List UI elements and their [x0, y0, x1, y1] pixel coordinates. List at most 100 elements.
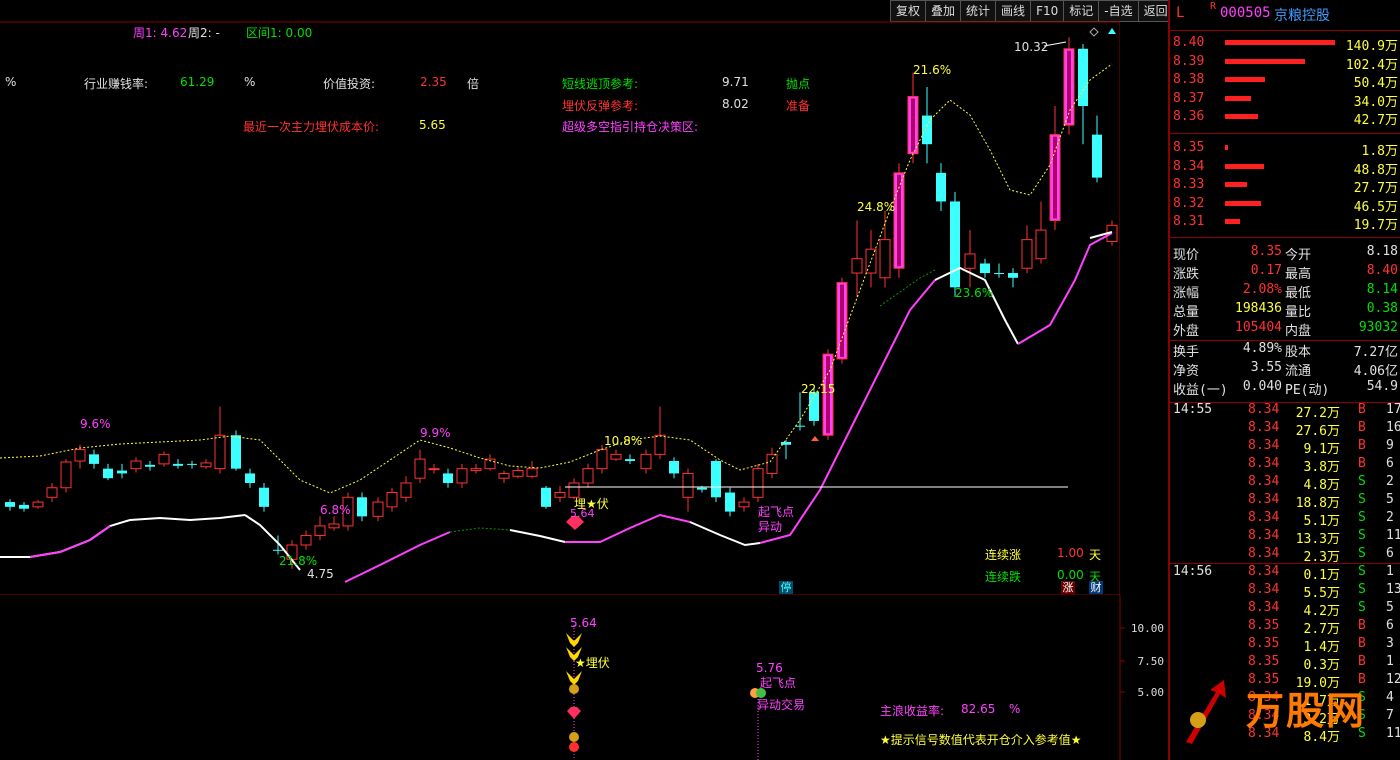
quote-row: 涨幅 2.08% 最低 8.14: [1170, 282, 1400, 301]
tick-volume: 5.5万: [1303, 586, 1340, 601]
candle-up: [130, 460, 142, 470]
tick-count: 6: [1386, 456, 1394, 471]
tick-count: 13: [1386, 582, 1400, 597]
tick-price: 8.35: [1248, 636, 1280, 651]
candle-up: [46, 487, 58, 498]
quote-label: 涨幅: [1173, 286, 1200, 301]
candle-up: [200, 462, 212, 468]
panel-separator: [1170, 563, 1400, 564]
value-value: 2.35: [420, 75, 447, 89]
candlestick-chart[interactable]: 8.365118.35228.350.172.08%47888.508.007.…: [0, 0, 1120, 595]
ask-row[interactable]: 8.40 140.9万: [1170, 35, 1400, 54]
value-label: 价值投资:: [323, 77, 376, 91]
tick-row: 8.34 3.8万 B 6: [1170, 456, 1400, 475]
rise-badge[interactable]: 涨: [1061, 581, 1075, 594]
fund-value: 7.27亿: [1353, 345, 1398, 360]
order-price: 8.37: [1173, 90, 1205, 106]
bid-row[interactable]: 8.34 48.8万: [1170, 158, 1400, 178]
tick-row: 8.34 18.8万 S 5: [1170, 492, 1400, 511]
consec-down-value: 0.00: [1057, 568, 1084, 582]
unusual-signal: 异动: [758, 520, 783, 534]
candle-down: [950, 201, 960, 288]
ask-row[interactable]: 8.39 102.4万: [1170, 54, 1400, 73]
candle-down: [980, 263, 990, 274]
candle-down: [187, 463, 197, 465]
quote-row: 外盘 105404 内盘 93032: [1170, 320, 1400, 339]
tick-count: 5: [1386, 492, 1394, 507]
quote-label: 最高: [1285, 267, 1312, 282]
candle-down: [711, 461, 721, 498]
candle-up: [1021, 239, 1033, 269]
tick-side: B: [1358, 456, 1366, 471]
quote-value: 8.40: [1366, 263, 1398, 278]
tick-volume: 3.8万: [1303, 460, 1340, 475]
low-price-label: 4.75: [307, 567, 334, 581]
industry-value: 61.29: [180, 75, 215, 89]
ambush-label: 埋伏反弹参考:: [562, 99, 639, 113]
quote-label: 最低: [1285, 286, 1312, 301]
ambush-price: 5.64: [570, 507, 595, 520]
tick-row: 8.34 9.1万 B 9: [1170, 438, 1400, 457]
sub-axis-label: 10.00: [1131, 622, 1164, 635]
bid-row[interactable]: 8.31 19.7万: [1170, 214, 1400, 233]
industry-unit: %: [244, 75, 256, 89]
market-flag: L: [1176, 5, 1185, 21]
tick-count: 6: [1386, 546, 1394, 561]
candle-up: [640, 453, 652, 470]
quote-row: 总量 198436 量比 0.38: [1170, 301, 1400, 320]
ask-row[interactable]: 8.36 42.7万: [1170, 109, 1400, 128]
ask-row[interactable]: 8.38 50.4万: [1170, 72, 1400, 91]
tick-side: B: [1358, 438, 1366, 453]
tick-side: B: [1358, 420, 1366, 435]
pct-label-2215: 22.15: [801, 382, 836, 396]
small-up-arrow-icon: [811, 436, 819, 441]
bid-row[interactable]: 8.32 46.5万: [1170, 196, 1400, 215]
pct-label-99: 9.9%: [420, 426, 451, 440]
tick-count: 16: [1386, 420, 1400, 435]
candle-up: [328, 523, 340, 529]
tick-side: B: [1358, 402, 1366, 417]
candle-up: [60, 461, 72, 489]
order-price: 8.36: [1173, 109, 1205, 124]
tick-row: 8.34 5.1万 S 2: [1170, 510, 1400, 529]
candle-up: [654, 434, 666, 455]
sub-takeoff-price: 5.76: [756, 661, 783, 675]
panel-separator: [1170, 237, 1400, 238]
candle-down: [669, 461, 679, 474]
tick-price: 8.34: [1248, 492, 1280, 507]
candle-down: [145, 464, 155, 467]
panel-separator: [1170, 30, 1400, 31]
finance-badge[interactable]: 财: [1089, 581, 1103, 594]
volume-bar: [1225, 114, 1258, 119]
tick-row: 8.34 4.8万 S 2: [1170, 474, 1400, 493]
panel-separator: [1170, 133, 1400, 134]
candle-down: [357, 497, 367, 517]
candle-down: [245, 473, 255, 483]
tick-price: 8.34: [1248, 420, 1280, 435]
stock-header[interactable]: L R 000505 京粮控股: [1170, 1, 1400, 24]
quote-value: 8.35: [1250, 244, 1282, 259]
fund-value: 54.9: [1366, 379, 1398, 394]
ask-row[interactable]: 8.37 34.0万: [1170, 90, 1400, 110]
quote-label: 总量: [1173, 305, 1200, 320]
candle-down: [1092, 134, 1102, 178]
wave-value: 82.65: [961, 702, 996, 716]
tick-count: 9: [1386, 438, 1394, 453]
diamond-icon: [1089, 27, 1099, 37]
quote-row: 现价 8.35 今开 8.18: [1170, 244, 1400, 263]
sub-ambush-label: ★埋伏: [575, 656, 610, 670]
tick-side: S: [1358, 582, 1366, 597]
tick-volume: 4.2万: [1303, 604, 1340, 619]
tick-price: 8.34: [1248, 564, 1280, 579]
bid-row[interactable]: 8.35 1.8万: [1170, 140, 1400, 159]
fundamental-row: 净资 3.55 流通 4.06亿: [1170, 360, 1400, 379]
tick-count: 7: [1386, 708, 1394, 723]
volume-bar: [1225, 58, 1305, 64]
candle-down: [443, 473, 453, 483]
stop-badge[interactable]: 停: [779, 581, 793, 594]
short-top-value: 9.71: [722, 75, 749, 89]
sub-unusual-trade: 异动交易: [757, 698, 806, 712]
candle-down: [697, 487, 707, 490]
bid-row[interactable]: 8.33 27.7万: [1170, 177, 1400, 196]
order-price: 8.34: [1173, 158, 1205, 174]
